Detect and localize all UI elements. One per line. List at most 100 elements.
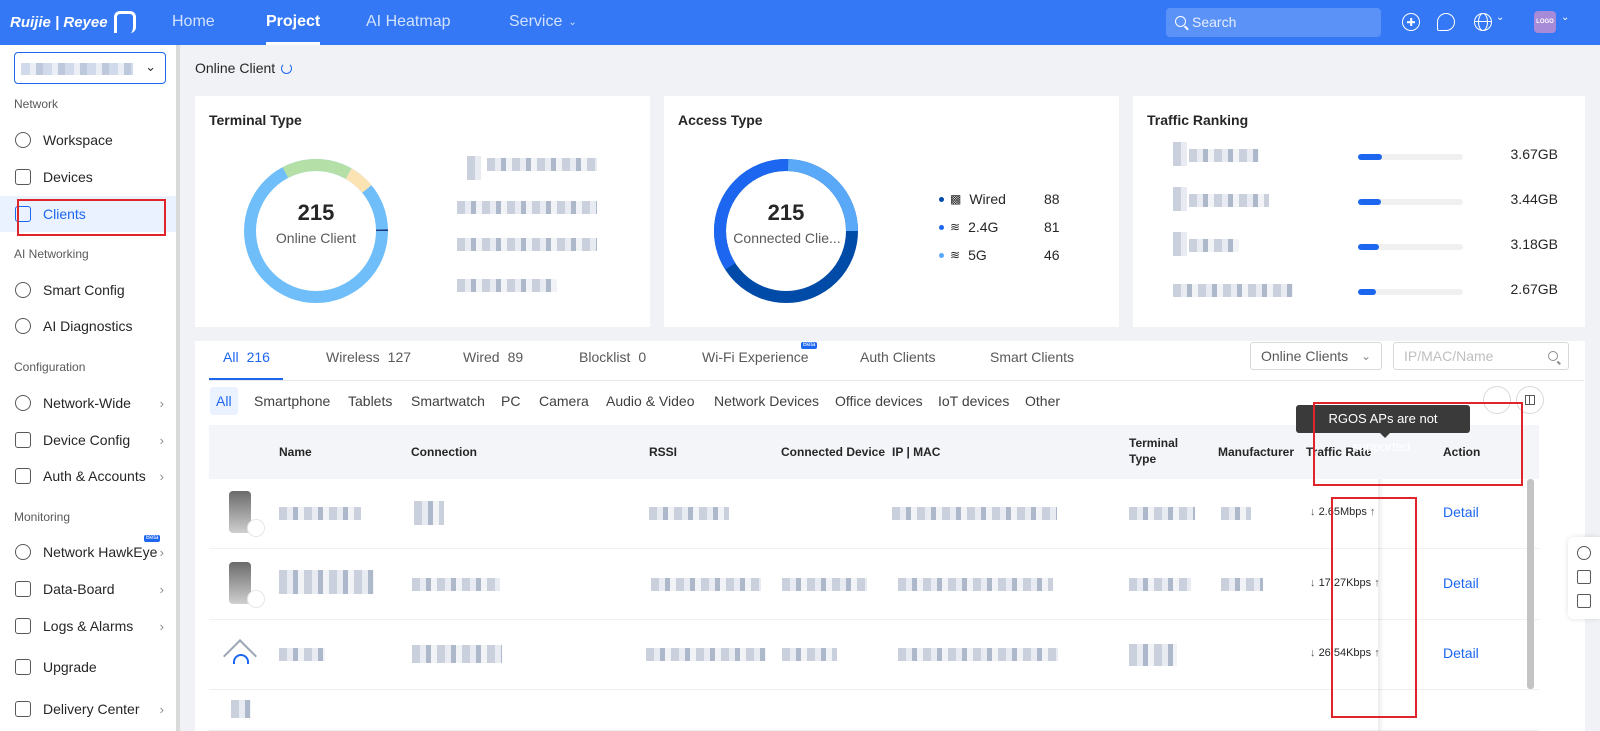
tab-label: Auth Clients [860, 349, 936, 365]
sidebar-item-workspace[interactable]: Workspace [0, 122, 176, 158]
beta-badge: Beta [801, 342, 818, 349]
tab-auth-clients[interactable]: Auth Clients [860, 349, 935, 365]
sidebar-item-smart-config[interactable]: Smart Config [0, 272, 176, 308]
blurred-connection [412, 578, 500, 591]
log-icon [15, 618, 31, 634]
traffic-rank-row[interactable]: 2.67GB [1133, 275, 1588, 305]
traffic-value: 2.67GB [1510, 281, 1558, 297]
chip-camera[interactable]: Camera [533, 387, 595, 415]
chip-pc[interactable]: PC [495, 387, 526, 415]
sidebar-item-network-wide[interactable]: Network-Wide › [0, 385, 176, 421]
sidebar-item-label: Network HawkEye [43, 544, 158, 560]
chip-smartwatch[interactable]: Smartwatch [405, 387, 491, 415]
table-vertical-scrollbar[interactable] [1527, 479, 1534, 689]
project-selector[interactable]: ⌄ [14, 52, 166, 84]
nav-service[interactable]: Service ⌄ [509, 0, 577, 45]
sidebar-item-label: Devices [43, 169, 93, 185]
feedback-edit-icon[interactable] [1577, 570, 1591, 584]
language-chevron-down-icon[interactable]: ⌄ [1496, 12, 1504, 23]
legend-5g: ≋ 5G 46 [939, 246, 1060, 264]
clipboard-icon[interactable] [1577, 594, 1591, 608]
blurred-legend-text [457, 238, 597, 251]
tab-wifi-experience[interactable]: Wi-Fi Experience [702, 349, 809, 365]
ip-mac-name-search-input[interactable]: IP/MAC/Name [1393, 342, 1569, 370]
legend-label: Wired [969, 191, 1006, 207]
sidebar-item-delivery-center[interactable]: Delivery Center › [0, 691, 176, 727]
chip-iot-devices[interactable]: IoT devices [932, 387, 1015, 415]
chip-other[interactable]: Other [1019, 387, 1066, 415]
nav-ai-heatmap[interactable]: AI Heatmap [366, 0, 450, 45]
sidebar-item-auth-accounts[interactable]: Auth & Accounts › [0, 458, 176, 494]
chevron-right-icon: › [159, 618, 164, 634]
detail-link[interactable]: Detail [1443, 645, 1479, 661]
traffic-rank-row[interactable]: 3.18GB [1133, 230, 1588, 260]
brand-logo[interactable]: Ruijie | Reyee [10, 10, 136, 34]
blurred-connected-device [782, 648, 837, 661]
tab-blocklist[interactable]: Blocklist 0 [579, 349, 646, 365]
th-manufacturer: Manufacturer [1218, 445, 1295, 459]
nav-home[interactable]: Home [172, 0, 215, 45]
chip-smartphone[interactable]: Smartphone [248, 387, 336, 415]
blurred-connection [412, 645, 502, 663]
sidebar-item-network-hawkeye[interactable]: Network HawkEye Beta › [0, 534, 176, 570]
chip-office-devices[interactable]: Office devices [829, 387, 929, 415]
detail-link[interactable]: Detail [1443, 575, 1479, 591]
legend-value: 88 [1044, 191, 1060, 207]
blurred-legend-icon [467, 156, 481, 180]
tab-smart-clients[interactable]: Smart Clients [990, 349, 1074, 365]
chevron-right-icon: › [159, 432, 164, 448]
blurred-device-icon [231, 700, 251, 718]
section-ai-networking: AI Networking [14, 247, 89, 261]
global-search-input[interactable]: Search [1166, 8, 1381, 37]
traffic-value: 3.67GB [1510, 146, 1558, 162]
blurred-legend-text [457, 201, 597, 214]
blurred-ip-mac [892, 507, 1057, 520]
sidebar-item-label: AI Diagnostics [43, 318, 133, 334]
legend-label: 5G [968, 247, 987, 263]
sidebar-item-label: Logs & Alarms [43, 618, 134, 634]
chat-support-icon[interactable] [1577, 546, 1591, 560]
chip-audio-video[interactable]: Audio & Video [600, 387, 700, 415]
wifi-icon: ≋ [950, 220, 961, 234]
client-status-select[interactable]: Online Clients ⌄ [1250, 342, 1382, 370]
chip-all[interactable]: All [210, 387, 238, 415]
blurred-terminal-type [1129, 578, 1191, 591]
blurred-connection [414, 501, 444, 525]
sidebar-item-ai-diagnostics[interactable]: AI Diagnostics [0, 308, 176, 344]
avatar-chevron-down-icon[interactable]: ⌄ [1561, 12, 1569, 23]
top-navigation-bar: Ruijie | Reyee Home Project AI Heatmap S… [0, 0, 1600, 45]
chip-tablets[interactable]: Tablets [342, 387, 398, 415]
sidebar-item-upgrade[interactable]: Upgrade [0, 649, 176, 685]
tab-wired[interactable]: Wired 89 [463, 349, 523, 365]
hawkeye-icon [15, 544, 31, 560]
tab-wireless[interactable]: Wireless 127 [326, 349, 411, 365]
chevron-right-icon: › [159, 581, 164, 597]
user-avatar[interactable]: LOGO [1534, 11, 1556, 33]
detail-link[interactable]: Detail [1443, 504, 1479, 520]
page-title: Online Client [195, 60, 276, 76]
refresh-icon[interactable] [281, 63, 292, 74]
brand-logo-text: Ruijie | Reyee [10, 13, 108, 31]
tab-count: 216 [246, 349, 270, 365]
nav-project[interactable]: Project [266, 0, 321, 45]
traffic-value: 3.44GB [1510, 191, 1558, 207]
traffic-bar [1358, 199, 1463, 205]
language-globe-icon[interactable] [1474, 13, 1492, 31]
tab-all[interactable]: All 216 [223, 349, 270, 365]
highlight-box-traffic-values [1331, 497, 1417, 718]
add-icon[interactable] [1402, 13, 1420, 31]
wired-dot [939, 196, 944, 202]
sidebar-item-device-config[interactable]: Device Config › [0, 422, 176, 458]
message-icon[interactable] [1437, 13, 1455, 31]
5g-dot [939, 252, 944, 258]
traffic-rank-row[interactable]: 3.44GB [1133, 185, 1588, 215]
sidebar-item-logs-alarms[interactable]: Logs & Alarms › [0, 608, 176, 644]
chevron-down-icon: ⌄ [568, 17, 577, 28]
blurred-rssi [651, 578, 761, 591]
traffic-bar [1358, 289, 1463, 295]
sidebar-item-devices[interactable]: Devices [0, 159, 176, 195]
traffic-rank-row[interactable]: 3.67GB [1133, 140, 1588, 170]
sidebar-item-data-board[interactable]: Data-Board › [0, 571, 176, 607]
chip-network-devices[interactable]: Network Devices [708, 387, 825, 415]
reyee-logo-icon [113, 11, 136, 33]
